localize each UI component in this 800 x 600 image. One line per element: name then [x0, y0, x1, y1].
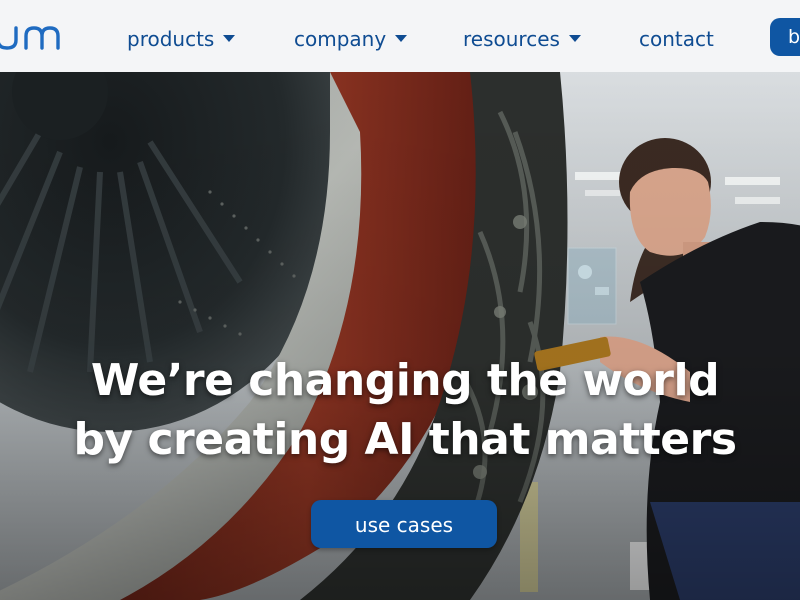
hero-headline-line-2: by creating AI that matters — [73, 414, 737, 465]
hero-headline-line-1: We’re changing the world — [90, 355, 720, 406]
nav-products-label: products — [127, 27, 215, 51]
nav-cta-button[interactable]: b — [770, 18, 800, 56]
nav-resources-menu[interactable]: resources — [463, 26, 581, 52]
nav-cta-label: b — [788, 26, 800, 48]
nav-contact-label: contact — [639, 27, 714, 51]
nav-company-menu[interactable]: company — [294, 26, 408, 52]
hero-section: We’re changing the world by creating AI … — [0, 72, 800, 600]
nav-contact-link[interactable]: contact — [639, 26, 714, 52]
caret-down-icon — [223, 35, 236, 42]
brand-logo-icon[interactable] — [0, 18, 74, 58]
use-cases-button[interactable]: use cases — [311, 500, 497, 548]
caret-down-icon — [568, 35, 581, 42]
caret-down-icon — [395, 35, 408, 42]
nav-products-menu[interactable]: products — [127, 26, 236, 52]
top-navigation: products company resources contact b — [0, 0, 800, 72]
nav-resources-label: resources — [463, 27, 560, 51]
nav-company-label: company — [294, 27, 387, 51]
